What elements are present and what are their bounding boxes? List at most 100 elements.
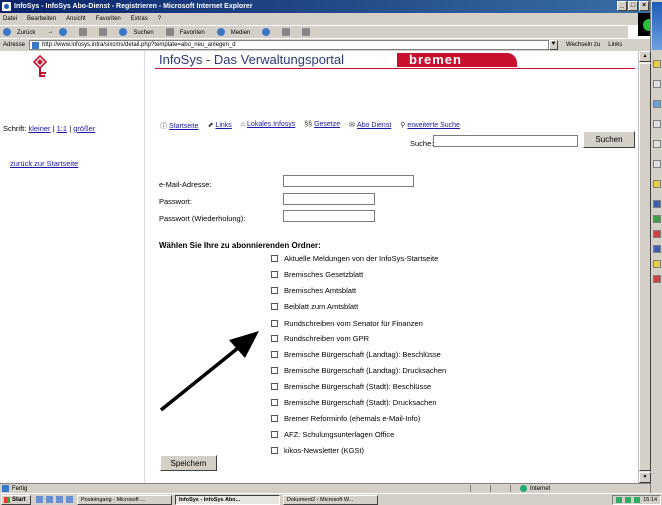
- menu-help[interactable]: ?: [158, 16, 161, 22]
- folder-checkbox[interactable]: [271, 320, 278, 327]
- taskbar-item-outlook[interactable]: Posteingang - Microsoft ...: [77, 494, 172, 505]
- password-repeat-field[interactable]: [283, 210, 375, 222]
- menu-datei[interactable]: Datei: [3, 16, 17, 22]
- font-normal-link[interactable]: 1:1: [57, 124, 67, 133]
- quicklaunch-icon[interactable]: [66, 496, 73, 503]
- shortcut-icon[interactable]: [653, 160, 661, 168]
- scroll-thumb[interactable]: [639, 63, 651, 471]
- shortcut-icon[interactable]: [653, 200, 661, 208]
- folder-checkbox[interactable]: [271, 367, 278, 374]
- nav-abo-label[interactable]: Abo Dienst: [357, 122, 391, 129]
- folder-checkbox[interactable]: [271, 351, 278, 358]
- folder-checkbox[interactable]: [271, 287, 278, 294]
- start-button[interactable]: Start: [1, 494, 31, 505]
- scroll-down-icon[interactable]: ▼: [639, 472, 651, 483]
- print-button[interactable]: [302, 28, 316, 36]
- shortcut-icon[interactable]: [653, 275, 661, 283]
- menu-ansicht[interactable]: Ansicht: [66, 16, 86, 22]
- minimize-button[interactable]: _: [617, 1, 627, 11]
- email-field[interactable]: [283, 175, 414, 187]
- folder-option[interactable]: Rundschreiben vom Senator für Finanzen: [271, 319, 423, 328]
- shortcut-icon[interactable]: [653, 245, 661, 253]
- nav-erweiterte-suche[interactable]: ⚲ erweiterte Suche: [400, 121, 460, 131]
- taskbar-item-infosys[interactable]: InfoSys - InfoSys Abo...: [175, 494, 280, 505]
- folder-checkbox[interactable]: [271, 335, 278, 342]
- nav-gesetze-label[interactable]: Gesetze: [314, 121, 340, 128]
- menu-bearbeiten[interactable]: Bearbeiten: [27, 16, 56, 22]
- font-smaller-link[interactable]: kleiner: [28, 124, 50, 133]
- shortcut-icon[interactable]: [653, 180, 661, 188]
- folder-checkbox[interactable]: [271, 447, 278, 454]
- maximize-button[interactable]: □: [628, 1, 638, 11]
- go-button[interactable]: Wechseln zu: [566, 42, 600, 48]
- tray-icon[interactable]: [616, 497, 623, 503]
- address-input[interactable]: http://www.infosys.intra/sixcms/detail.p…: [29, 40, 550, 50]
- tray-icon[interactable]: [625, 497, 632, 503]
- search-submit-button[interactable]: Suchen: [583, 131, 635, 148]
- folder-option[interactable]: kikos-Newsletter (KGSt): [271, 446, 364, 455]
- nav-suche-label[interactable]: erweiterte Suche: [407, 122, 460, 129]
- back-button[interactable]: Zurück: [3, 28, 41, 36]
- mail-button[interactable]: [282, 28, 296, 36]
- history-button[interactable]: [262, 28, 276, 36]
- page-scrollbar[interactable]: ▲ ▼: [638, 51, 651, 483]
- scroll-up-icon[interactable]: ▲: [639, 51, 651, 62]
- back-to-home-link[interactable]: zurück zur Startseite: [10, 159, 78, 168]
- folder-option[interactable]: Rundschreiben vom GPR: [271, 334, 369, 343]
- taskbar-item-word[interactable]: Dokument2 - Microsoft W...: [283, 494, 378, 505]
- folder-option[interactable]: Bremische Bürgerschaft (Stadt): Drucksac…: [271, 398, 437, 407]
- folder-checkbox[interactable]: [271, 271, 278, 278]
- folder-option[interactable]: AFZ: Schulungsunterlagen Office: [271, 430, 394, 439]
- nav-startseite[interactable]: ⓘ Startseite: [160, 121, 199, 131]
- stop-button[interactable]: [59, 28, 73, 36]
- folder-option[interactable]: Bremer Reforminfo (ehemals e-Mail-Info): [271, 414, 420, 423]
- refresh-button[interactable]: [79, 28, 93, 36]
- shortcut-icon[interactable]: [653, 100, 661, 108]
- folder-option[interactable]: Bremische Bürgerschaft (Landtag): Drucks…: [271, 366, 446, 375]
- shortcut-icon[interactable]: [653, 215, 661, 223]
- save-button[interactable]: Speichern: [160, 455, 217, 471]
- folder-option[interactable]: Beiblatt zum Amtsblatt: [271, 302, 358, 311]
- media-button[interactable]: Medien: [216, 28, 257, 36]
- nav-lokales-infosys[interactable]: ⌂ Lokales Infosys: [241, 121, 295, 131]
- nav-lokales-label[interactable]: Lokales Infosys: [247, 121, 295, 128]
- folder-option[interactable]: Aktuelle Meldungen von der InfoSys-Start…: [271, 254, 438, 263]
- folder-checkbox[interactable]: [271, 303, 278, 310]
- close-button[interactable]: ×: [639, 1, 649, 11]
- search-button[interactable]: Suchen: [119, 28, 159, 36]
- search-input[interactable]: [433, 135, 578, 147]
- favorites-button[interactable]: Favoriten: [165, 28, 211, 36]
- quicklaunch-icon[interactable]: [36, 496, 43, 503]
- nav-links-label[interactable]: Links: [215, 122, 231, 129]
- password-field[interactable]: [283, 193, 375, 205]
- shortcut-icon[interactable]: [653, 60, 661, 68]
- folder-checkbox[interactable]: [271, 431, 278, 438]
- address-dropdown-icon[interactable]: ▼: [549, 40, 559, 50]
- folder-option[interactable]: Bremische Bürgerschaft (Landtag): Beschl…: [271, 350, 441, 359]
- menu-favoriten[interactable]: Favoriten: [96, 16, 121, 22]
- folder-checkbox[interactable]: [271, 399, 278, 406]
- shortcut-icon[interactable]: [653, 140, 661, 148]
- font-larger-link[interactable]: größer: [73, 124, 95, 133]
- shortcut-icon[interactable]: [653, 230, 661, 238]
- folder-option[interactable]: Bremisches Amtsblatt: [271, 286, 356, 295]
- links-toolbar[interactable]: Links: [608, 42, 622, 48]
- tray-icon[interactable]: [634, 497, 641, 503]
- forward-button[interactable]: →: [47, 29, 53, 35]
- folder-option[interactable]: Bremische Bürgerschaft (Stadt): Beschlüs…: [271, 382, 431, 391]
- quicklaunch-icon[interactable]: [56, 496, 63, 503]
- shortcut-icon[interactable]: [653, 80, 661, 88]
- nav-links[interactable]: ⬈ Links: [208, 121, 232, 131]
- nav-abo-dienst[interactable]: ✉ Abo Dienst: [349, 121, 391, 131]
- shortcut-icon[interactable]: [653, 120, 661, 128]
- folder-checkbox[interactable]: [271, 255, 278, 262]
- home-button[interactable]: [99, 28, 113, 36]
- folder-checkbox[interactable]: [271, 383, 278, 390]
- folder-checkbox[interactable]: [271, 415, 278, 422]
- menu-extras[interactable]: Extras: [131, 16, 148, 22]
- nav-gesetze[interactable]: §§ Gesetze: [304, 121, 340, 131]
- nav-startseite-label[interactable]: Startseite: [169, 123, 199, 130]
- quicklaunch-icon[interactable]: [46, 496, 53, 503]
- shortcut-icon[interactable]: [653, 260, 661, 268]
- folder-option[interactable]: Bremisches Gesetzblatt: [271, 270, 363, 279]
